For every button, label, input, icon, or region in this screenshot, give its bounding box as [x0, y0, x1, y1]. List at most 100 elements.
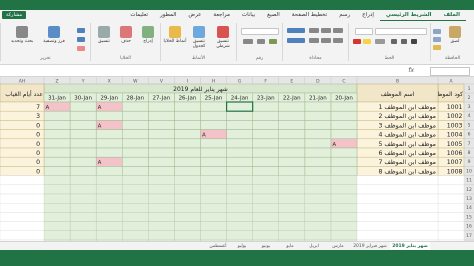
empty-cell[interactable] [0, 184, 45, 195]
attendance-cell[interactable] [226, 110, 253, 121]
attendance-cell[interactable] [148, 166, 175, 176]
tab-insert[interactable]: إدراج [356, 10, 380, 20]
attendance-cell[interactable] [304, 101, 332, 112]
empty-cell[interactable] [304, 221, 332, 232]
empty-cell[interactable] [278, 230, 306, 241]
attendance-cell[interactable] [122, 101, 149, 112]
attendance-cell[interactable] [122, 120, 149, 130]
row-header-label[interactable]: 17 [466, 233, 472, 239]
currency-icon[interactable] [269, 39, 277, 44]
attendance-cell[interactable] [148, 156, 175, 167]
attendance-cell[interactable] [278, 101, 306, 112]
attendance-cell[interactable] [122, 129, 149, 140]
row-header-label[interactable]: 14 [466, 205, 472, 211]
attendance-cell[interactable] [226, 120, 253, 130]
empty-cell[interactable] [174, 184, 201, 195]
attendance-cell[interactable] [148, 129, 175, 140]
empty-cell[interactable] [437, 212, 465, 222]
empty-cell[interactable] [330, 221, 358, 232]
row-header-label[interactable]: 2 [468, 95, 471, 101]
attendance-cell[interactable] [43, 110, 71, 121]
attendance-cell[interactable] [304, 166, 332, 176]
empty-cell[interactable] [69, 184, 97, 195]
empty-cell[interactable] [226, 202, 253, 213]
empty-cell[interactable] [304, 212, 332, 222]
empty-cell[interactable] [330, 230, 358, 241]
row-header-label[interactable]: 3 [468, 104, 471, 110]
attendance-cell[interactable] [330, 120, 358, 130]
attendance-cell[interactable] [43, 166, 71, 176]
empty-cell[interactable] [95, 212, 123, 222]
copy-icon[interactable] [433, 37, 441, 42]
attendance-cell[interactable] [226, 166, 253, 176]
attendance-cell[interactable] [174, 110, 201, 121]
empty-cell[interactable] [356, 212, 439, 222]
tab-data[interactable]: بيانات [236, 10, 261, 20]
attendance-cell[interactable] [148, 147, 175, 158]
row-header-label[interactable]: 5 [468, 122, 471, 128]
empty-cell[interactable] [200, 193, 227, 204]
empty-cell[interactable] [226, 175, 253, 185]
empty-cell[interactable] [148, 212, 175, 222]
comma-style-icon[interactable] [243, 39, 253, 44]
format-as-table-button[interactable]: تنسيق كجدول [187, 26, 211, 49]
attendance-cell[interactable] [330, 110, 358, 121]
attendance-cell[interactable] [252, 156, 280, 167]
align-left-icon[interactable] [309, 38, 319, 43]
attendance-cell[interactable] [330, 166, 358, 176]
empty-cell[interactable] [437, 230, 465, 241]
attendance-cell[interactable] [174, 101, 201, 112]
column-header-label[interactable]: G [238, 79, 242, 85]
paste-button[interactable]: لصق [445, 26, 465, 44]
cut-icon[interactable] [433, 29, 441, 34]
attendance-cell[interactable] [69, 166, 97, 176]
attendance-cell[interactable] [304, 120, 332, 130]
empty-cell[interactable] [278, 212, 306, 222]
empty-cell[interactable] [174, 230, 201, 241]
attendance-cell[interactable] [95, 138, 123, 149]
attendance-cell[interactable] [122, 147, 149, 158]
attendance-cell[interactable] [278, 120, 306, 130]
column-header-label[interactable]: AH [19, 79, 25, 85]
empty-cell[interactable] [226, 221, 253, 232]
empty-cell[interactable] [356, 184, 439, 195]
attendance-cell[interactable] [226, 147, 253, 158]
attendance-cell[interactable] [148, 120, 175, 130]
empty-cell[interactable] [278, 221, 306, 232]
empty-cell[interactable] [43, 175, 71, 185]
italic-icon[interactable] [401, 39, 407, 44]
attendance-cell[interactable] [122, 156, 149, 167]
attendance-cell[interactable] [226, 129, 253, 140]
share-button[interactable]: مشاركة [2, 11, 27, 19]
sort-filter-button[interactable]: فرز وتصفية [39, 26, 69, 44]
align-right-icon[interactable] [333, 38, 343, 43]
attendance-cell[interactable] [200, 101, 227, 112]
empty-cell[interactable] [148, 193, 175, 204]
attendance-cell[interactable] [122, 110, 149, 121]
attendance-cell[interactable] [330, 129, 358, 140]
empty-cell[interactable] [437, 175, 465, 185]
empty-cell[interactable] [252, 184, 279, 195]
column-header-label[interactable]: Y [81, 79, 85, 85]
attendance-cell[interactable] [200, 138, 227, 149]
empty-cell[interactable] [95, 221, 123, 232]
conditional-formatting-button[interactable]: تنسيق شرطي [211, 26, 235, 49]
align-center-icon[interactable] [321, 38, 331, 43]
attendance-cell[interactable] [174, 120, 201, 130]
empty-cell[interactable] [148, 184, 175, 195]
merge-center-icon[interactable] [287, 38, 305, 43]
empty-cell[interactable] [69, 221, 97, 232]
attendance-cell[interactable] [304, 138, 332, 149]
empty-cell[interactable] [174, 221, 201, 232]
name-box[interactable] [430, 67, 470, 76]
attendance-cell[interactable] [148, 110, 175, 121]
empty-cell[interactable] [356, 175, 439, 185]
empty-cell[interactable] [330, 175, 358, 185]
attendance-cell[interactable] [252, 129, 280, 140]
attendance-cell[interactable] [69, 138, 97, 149]
worksheet-grid[interactable]: A B C D E F G H I V W X Y Z AH شهر يناير للعام 2019 كود … [0, 77, 474, 241]
column-header-label[interactable]: C [342, 79, 345, 85]
empty-cell[interactable] [200, 202, 227, 213]
empty-cell[interactable] [43, 212, 71, 222]
attendance-cell[interactable] [95, 147, 123, 158]
